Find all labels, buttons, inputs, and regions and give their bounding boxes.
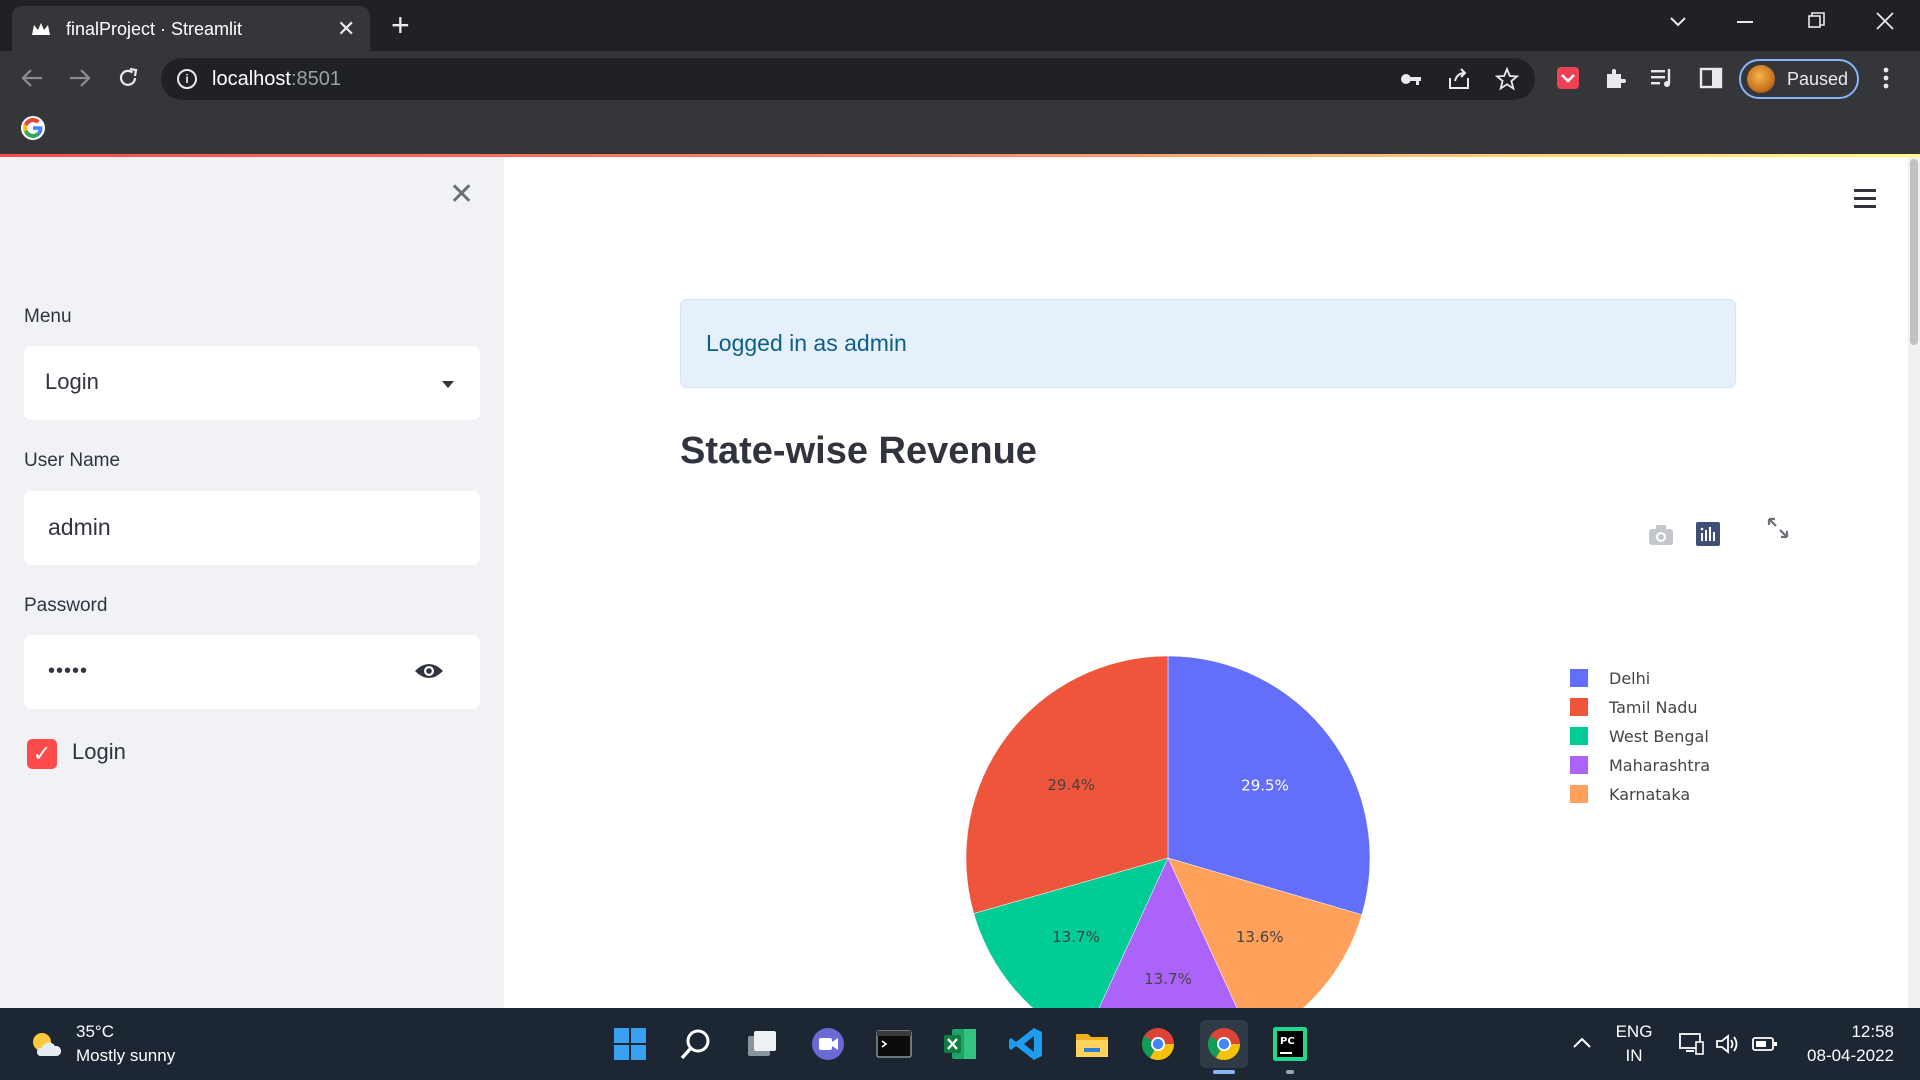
file-explorer-icon[interactable] bbox=[1074, 1026, 1110, 1062]
network-icon[interactable] bbox=[1678, 1032, 1704, 1056]
share-icon[interactable] bbox=[1447, 68, 1471, 90]
streamlit-crown-icon bbox=[32, 23, 50, 35]
menu-select-value: Login bbox=[45, 369, 99, 394]
window-close-icon[interactable] bbox=[1876, 12, 1894, 30]
bookmark-star-icon[interactable] bbox=[1495, 67, 1519, 91]
chrome-icon[interactable] bbox=[1140, 1026, 1176, 1062]
pie-value-label: 13.7% bbox=[1144, 970, 1192, 988]
show-password-eye-icon[interactable] bbox=[414, 661, 444, 681]
browser-tab[interactable]: finalProject · Streamlit ✕ bbox=[12, 6, 370, 51]
legend-swatch[interactable] bbox=[1570, 698, 1588, 716]
legend-label[interactable]: Maharashtra bbox=[1609, 756, 1710, 775]
new-tab-button[interactable]: + bbox=[391, 9, 410, 41]
vscode-icon[interactable] bbox=[1008, 1026, 1044, 1062]
login-checkbox-label[interactable]: Login bbox=[72, 739, 126, 765]
tab-close-icon[interactable]: ✕ bbox=[337, 16, 355, 42]
username-label: User Name bbox=[24, 450, 121, 471]
address-url[interactable]: localhost:8501 bbox=[212, 68, 341, 91]
legend-label[interactable]: West Bengal bbox=[1609, 727, 1709, 746]
volume-icon[interactable] bbox=[1715, 1032, 1741, 1056]
key-icon[interactable] bbox=[1399, 69, 1423, 89]
search-icon[interactable] bbox=[678, 1026, 714, 1062]
profile-avatar bbox=[1747, 65, 1775, 93]
weather-temperature[interactable]: 35°C bbox=[76, 1022, 114, 1042]
browser-tabstrip: finalProject · Streamlit ✕ + bbox=[0, 0, 1920, 51]
windows-start-icon[interactable] bbox=[612, 1026, 648, 1062]
page-title: State-wise Revenue bbox=[680, 430, 1037, 472]
username-value: admin bbox=[48, 514, 111, 540]
language-indicator[interactable]: ENG bbox=[1614, 1022, 1654, 1042]
alert-text: Logged in as admin bbox=[706, 330, 907, 356]
pie-chart: 29.5% 13.6% 13.7% 13.7% 29.4% Delhi Tamil Nad… bbox=[965, 655, 1710, 1008]
sidebar-close-icon[interactable]: ✕ bbox=[449, 180, 474, 210]
pie-value-label: 13.7% bbox=[1052, 928, 1100, 946]
minimize-icon[interactable] bbox=[1737, 20, 1755, 24]
windows-taskbar: 35°C Mostly sunny PC ENG IN 12:58 08-04-… bbox=[0, 1008, 1920, 1080]
show-hidden-icons-chevron-icon[interactable] bbox=[1572, 1036, 1592, 1050]
pie-value-label: 29.5% bbox=[1241, 776, 1289, 794]
language-region[interactable]: IN bbox=[1614, 1046, 1654, 1066]
url-port: :8501 bbox=[290, 68, 341, 90]
url-host: localhost bbox=[212, 68, 291, 90]
back-arrow-icon[interactable] bbox=[20, 67, 44, 89]
tab-title: finalProject · Streamlit bbox=[66, 19, 243, 39]
chrome-icon bbox=[1208, 1028, 1240, 1061]
chevron-down-icon bbox=[442, 381, 454, 388]
profile-button[interactable]: Paused bbox=[1739, 59, 1859, 99]
media-queue-icon[interactable] bbox=[1650, 66, 1676, 90]
running-app-indicator bbox=[1286, 1070, 1294, 1074]
forward-arrow-icon[interactable] bbox=[68, 67, 92, 89]
extensions-puzzle-icon[interactable] bbox=[1603, 66, 1627, 90]
scrollbar-thumb[interactable] bbox=[1910, 159, 1918, 345]
app-menu-hamburger-icon[interactable] bbox=[1854, 189, 1880, 209]
menu-label: Menu bbox=[24, 306, 72, 327]
weather-description[interactable]: Mostly sunny bbox=[76, 1046, 175, 1066]
tab-search-chevron-icon[interactable] bbox=[1668, 14, 1688, 28]
sidebar: ✕ Menu Login User Name admin Password ••… bbox=[0, 157, 504, 1008]
legend-label[interactable]: Karnataka bbox=[1609, 785, 1690, 804]
active-app-indicator bbox=[1213, 1070, 1235, 1074]
clock-time[interactable]: 12:58 bbox=[1814, 1022, 1894, 1042]
legend-label[interactable]: Tamil Nadu bbox=[1608, 698, 1698, 717]
password-label: Password bbox=[24, 595, 108, 616]
legend-swatch[interactable] bbox=[1570, 669, 1588, 687]
bookmarks-bar bbox=[0, 107, 1920, 154]
task-view-icon[interactable] bbox=[744, 1026, 780, 1062]
site-info-icon[interactable]: i bbox=[177, 69, 197, 89]
menu-select[interactable]: Login bbox=[24, 346, 480, 420]
chrome-active-app[interactable] bbox=[1200, 1020, 1248, 1068]
pocket-extension-icon[interactable] bbox=[1556, 66, 1580, 90]
pycharm-icon[interactable]: PC bbox=[1272, 1026, 1308, 1062]
password-value: ••••• bbox=[48, 660, 89, 682]
restore-icon[interactable] bbox=[1808, 12, 1826, 30]
pie-value-label: 29.4% bbox=[1047, 776, 1095, 794]
password-field[interactable]: ••••• bbox=[24, 635, 480, 709]
excel-icon[interactable] bbox=[942, 1026, 978, 1062]
profile-status: Paused bbox=[1787, 69, 1849, 89]
side-panel-icon[interactable] bbox=[1699, 66, 1723, 90]
legend-swatch[interactable] bbox=[1570, 727, 1588, 745]
legend-label[interactable]: Delhi bbox=[1609, 669, 1650, 688]
weather-partly-sunny-icon[interactable] bbox=[30, 1030, 62, 1058]
address-bar[interactable]: i localhost:8501 bbox=[161, 58, 1535, 100]
info-alert: Logged in as admin bbox=[680, 299, 1736, 388]
checkmark-icon: ✓ bbox=[32, 741, 52, 766]
clock-date[interactable]: 08-04-2022 bbox=[1790, 1046, 1894, 1066]
username-field[interactable]: admin bbox=[24, 491, 480, 565]
browser-menu-icon[interactable] bbox=[1878, 66, 1894, 92]
reload-icon[interactable] bbox=[116, 66, 140, 90]
pie-value-label: 13.6% bbox=[1236, 928, 1284, 946]
terminal-icon[interactable] bbox=[876, 1026, 912, 1062]
svg-text:PC: PC bbox=[1280, 1036, 1295, 1047]
teams-chat-icon[interactable] bbox=[810, 1026, 846, 1062]
battery-icon[interactable] bbox=[1751, 1034, 1779, 1054]
browser-toolbar: i localhost:8501 Paused bbox=[0, 51, 1920, 107]
legend-swatch[interactable] bbox=[1570, 756, 1588, 774]
legend-swatch[interactable] bbox=[1570, 785, 1588, 803]
google-bookmark-icon[interactable] bbox=[21, 116, 45, 140]
page-scrollbar[interactable] bbox=[1908, 157, 1920, 1008]
login-checkbox[interactable]: ✓ bbox=[27, 739, 57, 769]
